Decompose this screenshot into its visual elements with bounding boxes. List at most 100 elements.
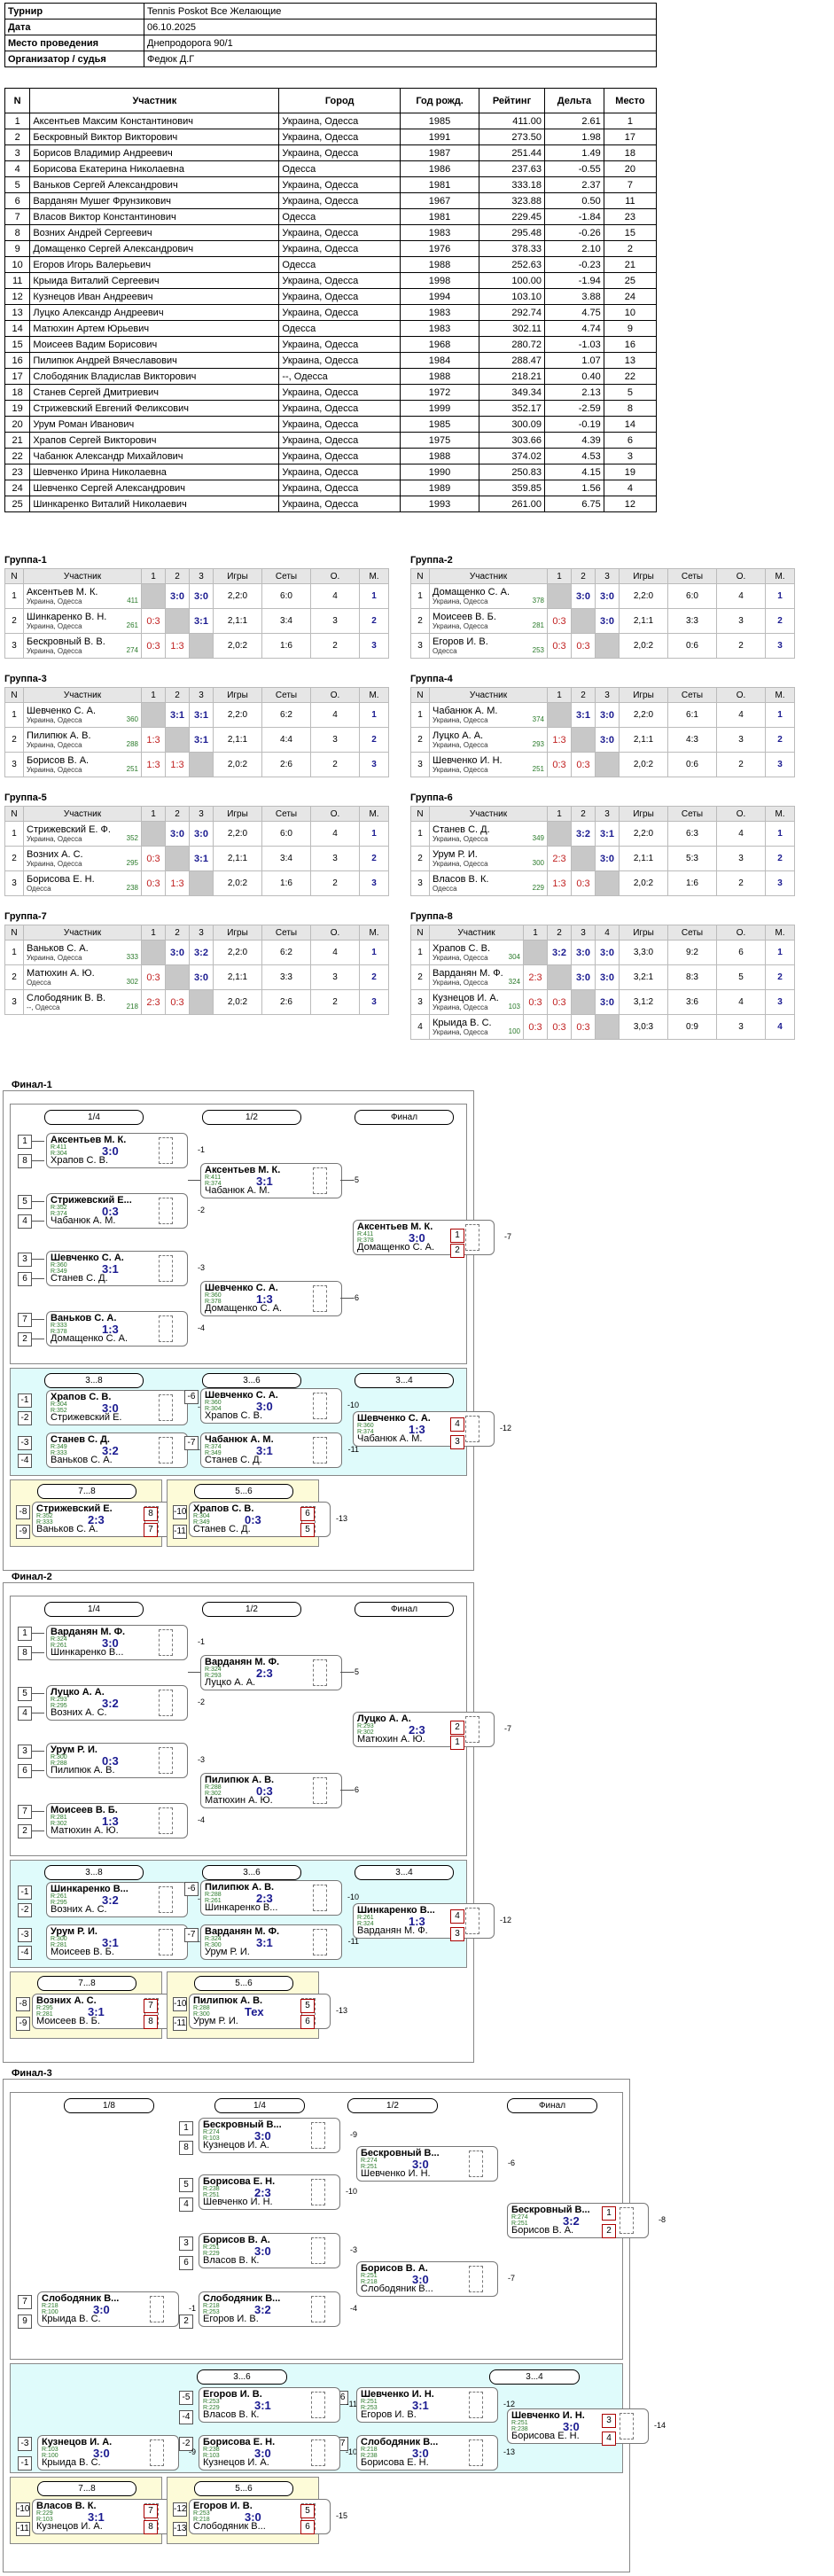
match-box[interactable]: Шевченко С. А. R:360 R:378 1:3 Домащенко С. … — [200, 1281, 359, 1316]
match-box[interactable]: Слободяник В... R:218 R:238 3:0 Борисова Е. … — [356, 2435, 515, 2471]
seed-slot: 6 — [18, 1272, 32, 1286]
match-box[interactable]: Борисов В. А. R:251 R:218 3:0 Слободяник В..… — [356, 2261, 515, 2297]
participant-row: 23 Шевченко Ирина Николаевна Украина, Одес… — [4, 464, 658, 480]
participant-cell: 5 — [4, 176, 31, 193]
group-header-cell: 2 — [165, 687, 190, 703]
match-box[interactable]: Борисов В. А. R:251 R:229 3:0 Власов В. К. -3 — [199, 2233, 357, 2268]
participant-cell: 378.33 — [478, 240, 546, 257]
group-row: 1 Домащенко С. А. Украина, Одесса 378 3:0 3:0… — [410, 583, 795, 609]
bracket-line — [340, 1298, 353, 1299]
group-score-cell: 3:0 — [595, 702, 620, 728]
info-key: Дата — [4, 19, 144, 35]
match-player-bottom: Возних А. С. — [51, 1707, 107, 1718]
games-cell: 2,0:2 — [619, 870, 668, 896]
match-box[interactable]: Шинкаренко В... R:261 R:324 1:3 Варданян М. … — [353, 1903, 511, 1939]
participant-cell: 13 — [4, 304, 31, 321]
match-box[interactable]: Егоров И. В. R:253 R:229 3:1 Власов В. К. -11 — [199, 2387, 357, 2423]
participant-rating: 295 — [126, 859, 138, 867]
match-box[interactable]: Шевченко С. А. R:360 R:349 3:1 Станев С. Д. -… — [46, 1251, 205, 1286]
points-cell: 3 — [310, 727, 360, 753]
place-cell: 2 — [765, 727, 795, 753]
group-score-cell — [141, 940, 166, 965]
match-box[interactable]: Урум Р. И. R:300 R:288 0:3 Пилипюк А. В. -3 — [46, 1743, 205, 1778]
group-header-row: N Участник 1 2 3 Игры Сеты О. М. — [410, 806, 795, 822]
match-box[interactable]: Пилипюк А. В. R:288 R:261 2:3 Шинкаренко В..… — [200, 1880, 359, 1916]
match-box[interactable]: Станев С. Д.R:349R:3333:2Ваньков С. А.-9 — [46, 1432, 205, 1468]
match-box[interactable]: Борисова Е. Н. R:238 R:251 2:3 Шевченко И. Н… — [199, 2174, 357, 2210]
score: 3:1 — [170, 709, 184, 721]
group-cell-participant: Матюхин А. Ю. Одесса 302 — [23, 964, 142, 990]
group-body: 1 Станев С. Д. Украина, Одесса 349 3:2 3:1 2,2… — [410, 821, 795, 896]
sets-cell: 1:6 — [667, 870, 717, 896]
participant-name: Урум Р. И. — [433, 849, 478, 860]
match-box[interactable]: Шевченко И. Н. R:251 R:238 3:0 Борисова Е. Н… — [507, 2408, 666, 2444]
group-score-cell — [141, 702, 166, 728]
group-score-cell: 1:3 — [547, 870, 572, 896]
match-box[interactable]: Бескровный В... R:274 R:251 3:2 Борисов В. А… — [507, 2203, 666, 2238]
match-box[interactable]: Шевченко С. А. R:360 R:304 3:0 Храпов С. В. -… — [200, 1388, 359, 1424]
place-badge: 1 — [450, 1736, 464, 1750]
match-box[interactable]: Слободяник В... R:218 R:100 3:0 Крыида В. С.… — [37, 2291, 196, 2327]
info-key: Турнир — [4, 3, 144, 20]
match-set-box — [311, 2439, 325, 2466]
participant-city: Одесса — [433, 647, 457, 655]
match-number: -9 — [188, 2447, 196, 2456]
sets-cell: 5:3 — [667, 846, 717, 871]
group-row: 1 Ваньков С. А. Украина, Одесса 333 3:0 3:2 2,… — [4, 940, 389, 965]
match-box[interactable]: Луцко А. А. R:293 R:302 2:3 Матюхин А. Ю. -7 — [353, 1712, 511, 1747]
group-score-cell: 1:3 — [165, 752, 190, 777]
group-score-cell: 3:0 — [189, 964, 214, 990]
participant-city: Одесса — [433, 885, 457, 893]
group-row: 1 Шевченко С. А. Украина, Одесса 360 3:1 3:1 2… — [4, 702, 389, 728]
match-box[interactable]: Варданян М. Ф. R:324 R:293 2:3 Луцко А. А. -5 — [200, 1655, 359, 1690]
stage-label: 1/2 — [202, 1110, 301, 1125]
group-row: 3 Кузнецов И. А. Украина, Одесса 103 0:3 0:3 3… — [410, 989, 795, 1015]
games-cell: 2,0:2 — [213, 633, 262, 659]
group-score-cell — [571, 727, 596, 753]
match-box[interactable]: Шевченко И. Н. R:251 R:253 3:1 Егоров И. В. -… — [356, 2387, 515, 2423]
seed-slot: -8 — [16, 1505, 30, 1519]
group-header-cell: 2 — [165, 568, 190, 584]
match-box[interactable]: Моисеев В. Б. R:281 R:302 1:3 Матюхин А. Ю. -… — [46, 1803, 205, 1838]
match-box[interactable]: Аксентьев М. К. R:411 R:374 3:1 Чабанюк А. М… — [200, 1163, 359, 1198]
match-box[interactable]: Ваньков С. А. R:333 R:378 1:3 Домащенко С. А… — [46, 1311, 205, 1347]
match-box[interactable]: Пилипюк А. В. R:288 R:302 0:3 Матюхин А. Ю. -… — [200, 1773, 359, 1808]
match-box[interactable]: Бескровный В... R:274 R:251 3:0 Шевченко И. … — [356, 2146, 515, 2182]
stage-label: 3...6 — [202, 1373, 301, 1388]
group-header-cell: М. — [359, 806, 389, 822]
sets-cell: 6:2 — [261, 702, 311, 728]
match-box[interactable]: Слободяник В... R:218 R:253 3:2 Егоров И. В.… — [199, 2291, 357, 2327]
info-row: Место проведения Днепродорога 90/1 — [4, 35, 657, 51]
match-box[interactable]: Аксентьев М. К. R:411 R:304 3:0 Храпов С. В.… — [46, 1133, 205, 1168]
match-box[interactable]: Шевченко С. А. R:360 R:374 1:3 Чабанюк А. М.… — [353, 1411, 511, 1447]
participant-cell: 0.40 — [544, 368, 604, 385]
match-player-bottom: Возних А. С. — [51, 1904, 107, 1915]
match-box[interactable]: Стрижевский Е... R:352 R:374 0:3 Чабанюк А. … — [46, 1193, 205, 1229]
seed-slot: 5 — [18, 1687, 32, 1701]
participant-cell: 25 — [603, 272, 658, 289]
place-cell: 3 — [765, 633, 795, 659]
match-box[interactable]: Урум Р. И.R:300R:2813:1Моисеев В. Б.-9 — [46, 1924, 205, 1960]
match-box[interactable]: Храпов С. В.R:304R:3523:0Стрижевский Е.-… — [46, 1390, 205, 1425]
games-cell: 3,3:0 — [619, 940, 668, 965]
match-box[interactable]: Бескровный В... R:274 R:103 3:0 Кузнецов И. … — [199, 2118, 357, 2153]
match-player-bottom: Станев С. Д. — [51, 1273, 108, 1284]
match-box[interactable]: Кузнецов И. А. R:103 R:100 3:0 Крыида В. С. -… — [37, 2435, 196, 2471]
match-player-bottom: Шинкаренко В... — [205, 1902, 278, 1913]
match-box[interactable]: Чабанюк А. М. R:374 R:349 3:1 Станев С. Д. -1… — [200, 1432, 359, 1468]
participant-cell: 1972 — [400, 384, 479, 401]
participant-row: 22 Чабанюк Александр Михайлович Украина, О… — [4, 448, 658, 464]
score: 0:3 — [146, 853, 160, 864]
match-box[interactable]: Аксентьев М. К. R:411 R:378 3:0 Домащенко С.… — [353, 1220, 511, 1255]
participant-cell: 250.83 — [478, 464, 546, 480]
match-box[interactable]: Борисова Е. Н. R:238 R:103 3:0 Кузнецов И. А… — [199, 2435, 357, 2471]
match-box[interactable]: Шинкаренко В... R:261 R:295 3:2 Возних А. С.… — [46, 1882, 205, 1917]
match-box[interactable]: Луцко А. А. R:293 R:295 3:2 Возних А. С. -2 — [46, 1685, 205, 1721]
match-set-box — [159, 1629, 173, 1656]
group-cell-participant: Домащенко С. А. Украина, Одесса 378 — [429, 583, 548, 609]
participant-cell: 4.75 — [544, 304, 604, 321]
group-table: N Участник 1 2 3 Игры Сеты О. М. 1 Шевченко С. А. У… — [4, 687, 389, 777]
match-box[interactable]: Варданян М. Ф. R:324 R:261 3:0 Шинкаренко В.… — [46, 1625, 205, 1660]
match-box[interactable]: Варданян М. Ф. R:324 R:300 3:1 Урум Р. И. -11 — [200, 1924, 359, 1960]
match-number: -6 — [351, 1785, 359, 1794]
